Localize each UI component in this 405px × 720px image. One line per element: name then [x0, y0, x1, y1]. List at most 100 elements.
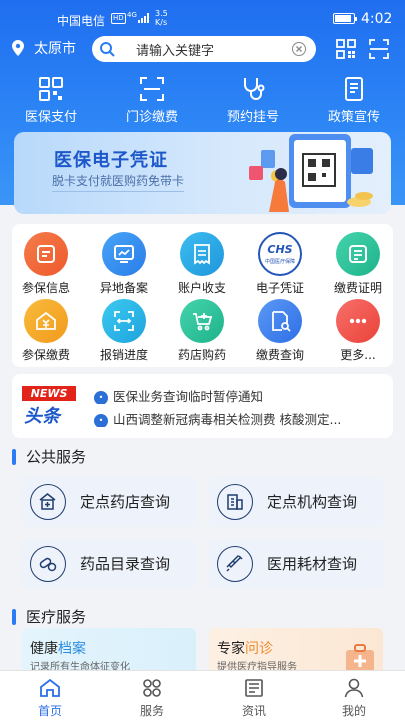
- city-selector[interactable]: 太原市: [34, 38, 76, 58]
- doc-search-icon: [258, 299, 302, 343]
- insurance-info-icon: [24, 232, 68, 276]
- service-label: 参保信息: [21, 281, 70, 295]
- search-input[interactable]: 请输入关键字: [92, 36, 316, 62]
- news-bullet-icon: •: [94, 413, 108, 427]
- service-designated-pharmacy[interactable]: 定点药店查询: [22, 477, 196, 527]
- service-account[interactable]: 账户收支: [170, 232, 234, 296]
- search-icon: [100, 42, 115, 57]
- quick-action-policy[interactable]: 政策宣传: [314, 76, 394, 126]
- quick-action-label: 预约挂号: [226, 110, 279, 125]
- service-e-voucher[interactable]: CHS 中国医疗保障 电子凭证: [248, 232, 312, 296]
- more-dots-icon: [336, 299, 380, 343]
- chs-logo-icon: CHS 中国医疗保障: [258, 232, 302, 276]
- tab-services[interactable]: 服务: [122, 677, 182, 719]
- tab-news[interactable]: 资讯: [224, 677, 284, 719]
- chs-logo-text: CHS: [267, 243, 293, 256]
- tab-label: 我的: [341, 704, 366, 718]
- user-icon: [344, 678, 364, 698]
- hospital-building-icon: [217, 484, 253, 520]
- quick-action-label: 医保支付: [24, 110, 77, 125]
- syringe-icon: [217, 546, 253, 582]
- chs-logo-subtext: 中国医疗保障: [264, 259, 295, 265]
- location-pin-icon[interactable]: [12, 40, 24, 56]
- service-payment-query[interactable]: 缴费查询: [248, 299, 312, 363]
- public-services-title: 公共服务: [12, 446, 86, 467]
- speed-unit: K/s: [155, 18, 168, 27]
- hd-badge: HD: [111, 13, 126, 24]
- tab-label: 服务: [139, 704, 164, 718]
- pharmacy-cart-icon: [180, 299, 224, 343]
- clock: 4:02: [361, 11, 393, 27]
- news-headline-logo: NEWS 头条: [22, 382, 82, 428]
- service-label: 医用耗材查询: [267, 555, 358, 573]
- home-icon: [40, 678, 60, 697]
- health-record-title: 健康档案: [30, 641, 86, 657]
- service-label: 更多...: [340, 348, 376, 362]
- network-speed: 3.5 K/s: [155, 9, 168, 27]
- news-logo-bottom: 头条: [24, 406, 60, 427]
- service-remote-filing[interactable]: 异地备案: [92, 232, 156, 296]
- service-reimbursement-progress[interactable]: 报销进度: [92, 299, 156, 363]
- e-voucher-banner[interactable]: 医保电子凭证 脱卡支付就医购药免带卡: [14, 132, 391, 214]
- service-more[interactable]: 更多...: [326, 299, 390, 363]
- medical-services-title: 医疗服务: [12, 606, 86, 627]
- quick-action-pay[interactable]: 医保支付: [11, 76, 91, 126]
- service-label: 异地备案: [99, 281, 148, 295]
- service-label: 定点药店查询: [80, 493, 171, 511]
- service-insurance-payment[interactable]: 参保缴费: [14, 299, 78, 363]
- service-pharmacy-purchase[interactable]: 药店购药: [170, 299, 234, 363]
- top-bar: 太原市 请输入关键字: [0, 36, 405, 62]
- bottom-tab-bar: 首页 服务 资讯 我的: [0, 670, 405, 720]
- tab-label: 首页: [37, 704, 62, 718]
- qr-code-icon[interactable]: [335, 38, 357, 60]
- service-label: 电子凭证: [255, 281, 304, 295]
- service-payment-certificate[interactable]: 缴费证明: [326, 232, 390, 296]
- certificate-icon: [336, 232, 380, 276]
- banner-illustration: [249, 134, 373, 212]
- yuan-house-icon: [24, 299, 68, 343]
- service-label: 账户收支: [177, 281, 226, 295]
- clear-icon[interactable]: [292, 42, 306, 56]
- service-label: 报销进度: [99, 348, 148, 362]
- news-item[interactable]: • 山西调整新冠病毒相关检测费 核酸测定...: [94, 409, 386, 427]
- scan-icon[interactable]: [368, 38, 390, 60]
- news-item-text: 医保业务查询临时暂停通知: [113, 389, 264, 404]
- service-label: 药店购药: [177, 348, 226, 362]
- scan-frame-icon: [140, 77, 164, 101]
- search-placeholder: 请输入关键字: [136, 44, 215, 59]
- service-label: 定点机构查询: [267, 493, 358, 511]
- tab-home[interactable]: 首页: [20, 677, 80, 719]
- service-drug-catalog[interactable]: 药品目录查询: [22, 539, 196, 589]
- monitor-chart-icon: [102, 232, 146, 276]
- carrier-name: 中国电信: [57, 14, 106, 28]
- news-bullet-icon: •: [94, 390, 108, 404]
- service-designated-institution[interactable]: 定点机构查询: [209, 477, 383, 527]
- network-type: 4G: [127, 11, 137, 19]
- news-card: NEWS 头条 • 医保业务查询临时暂停通知 • 山西调整新冠病毒相关检测费 核酸测…: [12, 374, 393, 438]
- status-bar: 中国电信 HD 4G 3.5 K/s 4:02: [0, 0, 405, 36]
- expert-consult-title: 专家问诊: [217, 641, 273, 657]
- banner-subtitle: 脱卡支付就医购药免带卡: [52, 172, 185, 192]
- qr-code-icon: [39, 77, 63, 101]
- tab-profile[interactable]: 我的: [324, 677, 384, 719]
- battery-icon: [333, 13, 357, 24]
- service-label: 缴费查询: [255, 348, 304, 362]
- stethoscope-icon: [244, 78, 265, 100]
- scan-arrows-icon: [102, 299, 146, 343]
- banner-title: 医保电子凭证: [54, 150, 168, 171]
- pharmacy-icon: [30, 484, 66, 520]
- service-label: 药品目录查询: [80, 555, 171, 573]
- app-root: 中国电信 HD 4G 3.5 K/s 4:02 太原市 请输入关键字 医保支付 门…: [0, 0, 405, 720]
- quick-action-label: 门诊缴费: [125, 110, 178, 125]
- newspaper-icon: [245, 679, 263, 697]
- pills-icon: [30, 546, 66, 582]
- quick-action-appointment[interactable]: 预约挂号: [213, 76, 293, 126]
- service-insurance-info[interactable]: 参保信息: [14, 232, 78, 296]
- grid-petals-icon: [143, 679, 161, 697]
- service-medical-consumables[interactable]: 医用耗材查询: [209, 539, 383, 589]
- news-item[interactable]: • 医保业务查询临时暂停通知: [94, 386, 386, 404]
- quick-action-label: 政策宣传: [327, 110, 380, 125]
- news-item-text: 山西调整新冠病毒相关检测费 核酸测定...: [113, 412, 342, 427]
- quick-action-outpatient[interactable]: 门诊缴费: [112, 76, 192, 126]
- speed-value: 3.5: [155, 9, 168, 18]
